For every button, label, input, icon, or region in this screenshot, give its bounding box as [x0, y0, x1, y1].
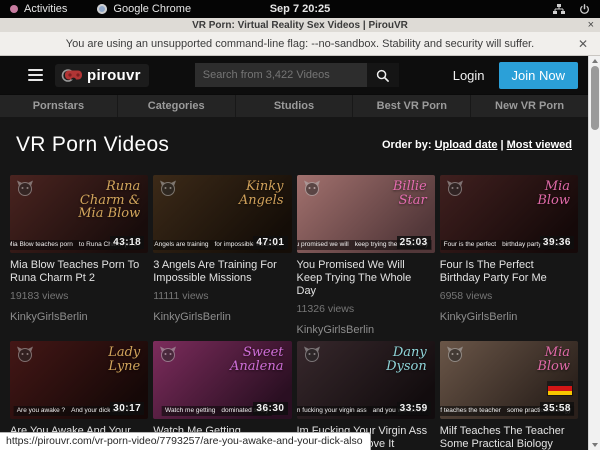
studio-cat-logo-icon	[446, 180, 464, 196]
chrome-infobar: You are using an unsupported command-lin…	[0, 32, 600, 56]
video-title-link[interactable]: Mia Blow Teaches Porn To Runa Charm Pt 2	[10, 259, 146, 285]
thumbnail-overlay-title: DanyDyson	[386, 346, 427, 373]
video-studio-link[interactable]: KinkyGirlsBerlin	[153, 311, 291, 323]
activities-icon	[10, 5, 18, 13]
thumbnail-overlay-title: MiaBlow	[537, 346, 570, 373]
thumbnail-overlay-title: BillieStar	[393, 180, 427, 207]
infobar-message: You are using an unsupported command-lin…	[66, 38, 534, 50]
search-icon	[376, 69, 389, 82]
video-thumbnail[interactable]: MiaBlow Milf teaches the teachersome pra…	[440, 341, 578, 419]
video-views: 6958 views	[440, 290, 578, 302]
login-link[interactable]: Login	[453, 68, 485, 83]
active-app-indicator[interactable]: Google Chrome	[97, 3, 191, 15]
video-studio-link[interactable]: KinkyGirlsBerlin	[10, 311, 148, 323]
status-url-bubble: https://pirouvr.com/vr-porn-video/779325…	[0, 432, 371, 450]
thumbnail-overlay-title: SweetAnalena	[230, 346, 284, 373]
search-bar	[195, 63, 399, 87]
vr-goggles-icon	[61, 69, 83, 82]
video-thumbnail[interactable]: RunaCharm &Mia Blow Mia Blow teaches por…	[10, 175, 148, 253]
thumbnail-overlay-title: RunaCharm &Mia Blow	[78, 180, 140, 221]
power-icon[interactable]	[579, 4, 590, 15]
video-duration-badge: 36:30	[253, 402, 287, 415]
video-thumbnail[interactable]: MiaBlow Four is the perfectbirthday part…	[440, 175, 578, 253]
video-duration-badge: 35:58	[540, 402, 574, 415]
video-card[interactable]: RunaCharm &Mia Blow Mia Blow teaches por…	[10, 175, 148, 336]
studio-cat-logo-icon	[16, 346, 34, 362]
video-views: 11326 views	[297, 303, 435, 315]
thumbnail-overlay-title: KinkyAngels	[239, 180, 284, 207]
studio-cat-logo-icon	[446, 346, 464, 362]
video-studio-link[interactable]: KinkyGirlsBerlin	[440, 311, 578, 323]
activities-button[interactable]: Activities	[24, 3, 67, 15]
tab-title: VR Porn: Virtual Reality Sex Videos | Pi…	[0, 20, 600, 31]
video-duration-badge: 33:59	[397, 402, 431, 415]
browser-title-bar: VR Porn: Virtual Reality Sex Videos | Pi…	[0, 18, 600, 32]
thumbnail-overlay-title: MiaBlow	[537, 180, 570, 207]
menu-hamburger-icon[interactable]	[28, 69, 43, 81]
infobar-close-icon[interactable]: ✕	[578, 37, 588, 51]
main-nav: PornstarsCategoriesStudiosBest VR PornNe…	[0, 94, 588, 117]
order-by-most-viewed-link[interactable]: Most viewed	[507, 139, 572, 151]
studio-cat-logo-icon	[16, 180, 34, 196]
order-by-label: Order by:	[382, 139, 432, 151]
video-duration-badge: 39:36	[540, 236, 574, 249]
system-top-bar: Activities Google Chrome Sep 7 20:25	[0, 0, 600, 18]
video-title-link[interactable]: 3 Angels Are Training For Impossible Mis…	[153, 259, 289, 285]
video-title-link[interactable]: Four Is The Perfect Birthday Party For M…	[440, 259, 576, 285]
video-duration-badge: 43:18	[110, 236, 144, 249]
video-card[interactable]: KinkyAngels 3 Angels are trainingfor imp…	[153, 175, 291, 336]
video-title-link[interactable]: Milf Teaches The Teacher Some Practical …	[440, 425, 576, 450]
studio-cat-logo-icon	[303, 180, 321, 196]
order-by-upload-date-link[interactable]: Upload date	[435, 139, 498, 151]
studio-cat-logo-icon	[159, 180, 177, 196]
video-card[interactable]: MiaBlow Milf teaches the teachersome pra…	[440, 341, 578, 450]
scrollbar-up-arrow-icon[interactable]	[589, 56, 600, 66]
site-header: pirouvr Login Join Now	[0, 56, 588, 94]
page-scrollbar[interactable]	[588, 56, 600, 450]
video-thumbnail[interactable]: KinkyAngels 3 Angels are trainingfor imp…	[153, 175, 291, 253]
network-tree-icon[interactable]	[553, 4, 565, 15]
video-thumbnail[interactable]: BillieStar You promised we willkeep tryi…	[297, 175, 435, 253]
join-now-button[interactable]: Join Now	[499, 62, 578, 89]
video-thumbnail[interactable]: SweetAnalena Watch me gettingdominated s…	[153, 341, 291, 419]
nav-item-studios[interactable]: Studios	[236, 95, 354, 117]
video-views: 19183 views	[10, 290, 148, 302]
video-views: 11111 views	[153, 290, 291, 302]
video-duration-badge: 25:03	[397, 236, 431, 249]
studio-cat-logo-icon	[303, 346, 321, 362]
order-by-separator: |	[501, 139, 504, 151]
video-studio-link[interactable]: KinkyGirlsBerlin	[297, 324, 435, 336]
search-input[interactable]	[195, 63, 367, 87]
german-flag-icon	[547, 381, 573, 396]
site-logo-text: pirouvr	[87, 67, 141, 84]
scrollbar-thumb[interactable]	[591, 66, 599, 130]
browser-viewport: pirouvr Login Join Now PornstarsCategori…	[0, 56, 600, 450]
nav-item-best-vr-porn[interactable]: Best VR Porn	[353, 95, 471, 117]
nav-item-new-vr-porn[interactable]: New VR Porn	[471, 95, 588, 117]
video-grid: RunaCharm &Mia Blow Mia Blow teaches por…	[0, 175, 588, 450]
studio-cat-logo-icon	[159, 346, 177, 362]
video-card[interactable]: MiaBlow Four is the perfectbirthday part…	[440, 175, 578, 336]
video-title-link[interactable]: You Promised We Will Keep Trying The Who…	[297, 259, 433, 298]
video-thumbnail[interactable]: DanyDyson I'm fucking your virgin assand…	[297, 341, 435, 419]
scrollbar-down-arrow-icon[interactable]	[589, 440, 600, 450]
tab-close-icon[interactable]: ×	[588, 18, 594, 32]
active-app-label: Google Chrome	[113, 3, 191, 15]
video-duration-badge: 30:17	[110, 402, 144, 415]
thumbnail-overlay-title: LadyLyne	[108, 346, 140, 373]
chrome-icon	[97, 4, 107, 14]
order-by: Order by: Upload date|Most viewed	[382, 139, 572, 151]
video-thumbnail[interactable]: LadyLyne Are you awake ?And your dick al…	[10, 341, 148, 419]
video-duration-badge: 47:01	[253, 236, 287, 249]
nav-item-categories[interactable]: Categories	[118, 95, 236, 117]
video-card[interactable]: BillieStar You promised we willkeep tryi…	[297, 175, 435, 336]
site-logo[interactable]: pirouvr	[55, 64, 149, 87]
nav-item-pornstars[interactable]: Pornstars	[0, 95, 118, 117]
page-title: VR Porn Videos	[16, 133, 169, 157]
search-button[interactable]	[367, 63, 399, 87]
